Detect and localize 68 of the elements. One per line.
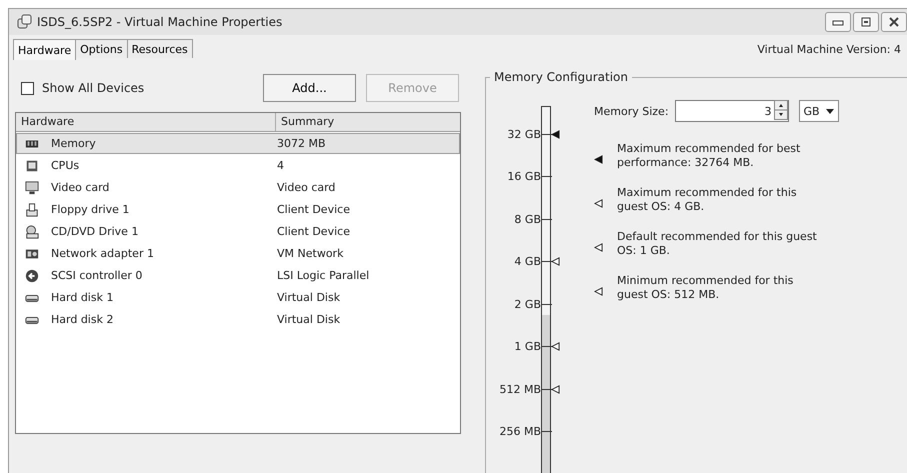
hardware-summary: Video card [277, 181, 336, 194]
scale-label: 256 MB [498, 425, 541, 438]
hardware-row[interactable]: CPUs 4 [16, 155, 460, 176]
scale-label: 8 GB [513, 212, 541, 226]
hardware-summary: Virtual Disk [277, 313, 342, 326]
tab[interactable]: Resources [126, 39, 193, 58]
network-card-icon [25, 246, 39, 260]
hardware-name: Network adapter 1 [51, 247, 155, 260]
arrow-circle-icon [25, 268, 39, 282]
dropdown-arrow-icon [826, 108, 834, 114]
legend-text: Minimum recommended for this guest OS: 512 MB. [617, 274, 794, 302]
version-label: Virtual Machine Version: 4 [757, 43, 901, 58]
tab[interactable]: Hardware [13, 39, 76, 60]
hardware-summary: 3072 MB [277, 137, 327, 150]
hardware-summary: LSI Logic Parallel [277, 269, 370, 282]
show-all-devices-checkbox[interactable]: Show All Devices [15, 81, 144, 95]
scale-label: 512 MB [498, 382, 541, 396]
tab[interactable]: Options [75, 39, 128, 58]
hardware-row[interactable]: Memory 3072 MB [16, 133, 460, 154]
drive-icon [25, 202, 39, 216]
hardware-name: CD/DVD Drive 1 [51, 225, 140, 238]
column-header[interactable]: Hardware [16, 113, 276, 131]
hardware-row[interactable]: Floppy drive 1 Client Device [16, 199, 460, 220]
hardware-name: CPUs [51, 159, 80, 172]
hardware-row[interactable]: Network adapter 1 VM Network [16, 243, 460, 264]
hardware-name: Floppy drive 1 [51, 203, 130, 216]
disc-drive-icon [25, 224, 39, 238]
hardware-name: Hard disk 2 [51, 313, 114, 326]
scale-label: 32 GB [506, 128, 541, 141]
spin-arrows-icon[interactable] [774, 100, 788, 120]
add-button[interactable]: Add... [263, 74, 356, 102]
group-title: Memory Configuration [490, 70, 632, 84]
scale-label: 2 GB [513, 298, 541, 311]
memory-size-label: Memory Size: [594, 104, 669, 118]
hardware-name: SCSI controller 0 [51, 269, 144, 282]
minimize-icon [832, 18, 844, 26]
hardware-summary: Virtual Disk [277, 291, 342, 304]
hardware-summary: Client Device [277, 203, 351, 216]
hardware-summary: 4 [277, 159, 285, 172]
legend-text: Maximum recommended for this guest OS: 4 GB. [617, 186, 798, 214]
maximize-icon [860, 17, 872, 27]
hardware-name: Hard disk 1 [51, 291, 114, 304]
close-button[interactable] [881, 12, 907, 32]
hardware-row[interactable]: Hard disk 1 Virtual Disk [16, 287, 460, 308]
close-icon [888, 17, 900, 27]
scale-label: 4 GB [513, 255, 541, 268]
minimize-button[interactable] [825, 12, 851, 32]
legend-text: Default recommended for this guest OS: 1 GB. [617, 230, 817, 258]
window-title: ISDS_6.5SP2 - Virtual Machine Properties [37, 15, 284, 29]
hardware-name: Video card [51, 181, 110, 194]
hardware-summary: Client Device [277, 225, 351, 238]
memory-size-field[interactable]: 3 [674, 100, 789, 122]
maximize-button[interactable] [853, 12, 879, 32]
hardware-name: Memory [51, 137, 97, 150]
chip-icon [25, 158, 39, 172]
monitor-icon [25, 180, 39, 194]
hardware-row[interactable]: Hard disk 2 Virtual Disk [16, 309, 460, 330]
scale-label: 16 GB [506, 170, 541, 184]
scale-label: 1 GB [513, 340, 541, 354]
memory-slider-track[interactable] [541, 106, 551, 473]
legend-text: Maximum recommended for best performance: 32764 MB. [617, 142, 802, 170]
column-header[interactable]: Summary [276, 113, 460, 131]
hardware-summary: VM Network [277, 247, 344, 260]
window-icon [17, 14, 33, 30]
hardware-row[interactable]: SCSI controller 0 LSI Logic Parallel [16, 265, 460, 286]
hardware-row[interactable]: CD/DVD Drive 1 Client Device [16, 221, 460, 242]
unit-dropdown[interactable]: GB [798, 100, 839, 122]
hardware-row[interactable]: Video card Video card [16, 177, 460, 198]
